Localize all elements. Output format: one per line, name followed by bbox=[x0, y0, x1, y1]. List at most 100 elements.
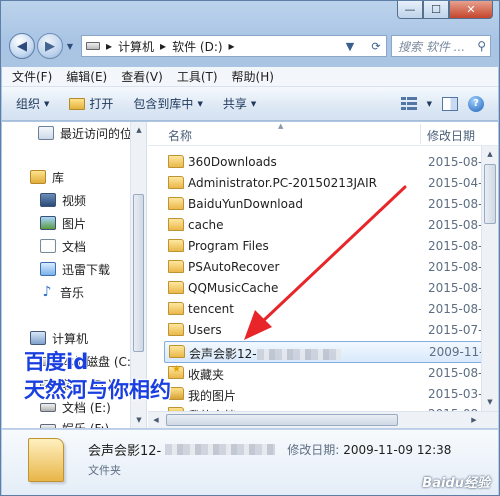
document-icon bbox=[40, 239, 56, 253]
content-area: 最近访问的位 库 视频 图片 文档 迅雷下载 ♪ 音乐 计算机 本地磁盘 (C:… bbox=[2, 122, 498, 428]
file-row-360downloads[interactable]: 360Downloads 2015-08- bbox=[164, 152, 494, 173]
folder-icon bbox=[168, 155, 184, 168]
nav-item-pictures[interactable]: 图片 bbox=[40, 212, 86, 234]
file-date: 2015-08- bbox=[428, 302, 483, 316]
minimize-button[interactable]: — bbox=[397, 1, 423, 19]
search-placeholder: 搜索 软件 ... bbox=[398, 39, 466, 54]
address-dropdown-icon[interactable]: ▼ bbox=[340, 36, 360, 56]
command-bar: 组织 ▼ 打开 包含到库中 ▼ 共享 ▼ ▼ ? bbox=[2, 87, 498, 121]
scroll-up-icon[interactable]: ▲ bbox=[482, 146, 498, 162]
file-date: 2015-04- bbox=[428, 176, 483, 190]
include-in-library-label: 包含到库中 bbox=[133, 97, 194, 111]
thunder-download-icon bbox=[40, 262, 56, 276]
file-list-vertical-scrollbar[interactable]: ▲ ▼ bbox=[481, 146, 498, 411]
file-row-baiduyundownload[interactable]: BaiduYunDownload 2015-08- bbox=[164, 194, 494, 215]
file-row-cache[interactable]: cache 2015-08- bbox=[164, 215, 494, 236]
nav-item-label: 娱乐 (F:) bbox=[62, 420, 109, 429]
file-row-my-pictures[interactable]: 我的图片 2015-03- bbox=[164, 384, 494, 405]
breadcrumb-separator-icon[interactable]: ▸ bbox=[229, 39, 235, 53]
nav-item-label: 库 bbox=[52, 170, 65, 185]
menu-help[interactable]: 帮助(H) bbox=[232, 68, 274, 85]
nav-item-drive-f[interactable]: 娱乐 (F:) bbox=[40, 417, 109, 428]
file-date: 2015-08- bbox=[428, 366, 483, 380]
menu-tools[interactable]: 工具(T) bbox=[177, 68, 218, 85]
horizontal-scroll-thumb[interactable] bbox=[166, 414, 398, 426]
file-name: 会声会影12- bbox=[189, 345, 341, 362]
search-input[interactable]: 搜索 软件 ... ⚲ bbox=[391, 35, 491, 57]
open-label: 打开 bbox=[89, 97, 114, 111]
scroll-down-icon[interactable]: ▼ bbox=[482, 394, 498, 410]
change-view-icon[interactable] bbox=[400, 96, 417, 111]
sort-caret-icon: ▲ bbox=[278, 122, 284, 130]
file-date: 2009-11- bbox=[429, 345, 484, 359]
file-row-selected-huisheng[interactable]: 会声会影12- 2009-11- bbox=[164, 341, 494, 363]
file-date: 2015-08- bbox=[428, 281, 483, 295]
drive-icon bbox=[40, 423, 56, 428]
breadcrumb-drive-d[interactable]: 软件 (D:) bbox=[172, 38, 222, 55]
column-name[interactable]: 名称 bbox=[168, 127, 192, 144]
scroll-down-icon[interactable]: ▼ bbox=[131, 412, 146, 428]
folder-icon bbox=[168, 302, 184, 315]
close-button[interactable]: ✕ bbox=[449, 1, 493, 19]
nav-item-label: 视频 bbox=[62, 193, 87, 208]
nav-item-recent[interactable]: 最近访问的位 bbox=[38, 122, 132, 144]
file-row-psautorecover[interactable]: PSAutoRecover 2015-08- bbox=[164, 257, 494, 278]
caption-buttons: — ☐ ✕ bbox=[397, 1, 493, 19]
preview-pane-icon[interactable] bbox=[442, 96, 458, 111]
nav-item-thunder[interactable]: 迅雷下载 bbox=[40, 258, 110, 280]
refresh-icon[interactable]: ⟳ bbox=[366, 36, 386, 56]
view-dropdown-icon[interactable]: ▼ bbox=[427, 100, 432, 108]
navigation-bar: ◀ ▶ ▼ ▸ 计算机 ▸ 软件 (D:) ▸ ▼ ⟳ 搜索 软件 ... ⚲ bbox=[9, 31, 491, 61]
scroll-up-icon[interactable]: ▲ bbox=[131, 122, 146, 138]
file-date: 2015-08- bbox=[428, 197, 483, 211]
menu-edit[interactable]: 编辑(E) bbox=[66, 68, 107, 85]
folder-icon bbox=[168, 218, 184, 231]
file-name: 收藏夹 bbox=[188, 368, 225, 382]
scroll-left-icon[interactable]: ◀ bbox=[148, 412, 164, 428]
maximize-button[interactable]: ☐ bbox=[423, 1, 449, 19]
search-icon[interactable]: ⚲ bbox=[477, 39, 486, 53]
address-bar[interactable]: ▸ 计算机 ▸ 软件 (D:) ▸ ▼ ⟳ bbox=[81, 35, 387, 57]
breadcrumb-separator-icon[interactable]: ▸ bbox=[160, 39, 166, 53]
organize-button[interactable]: 组织 ▼ bbox=[16, 95, 49, 112]
file-row-tencent[interactable]: tencent 2015-08- bbox=[164, 299, 494, 320]
breadcrumb-computer[interactable]: 计算机 bbox=[118, 38, 154, 55]
file-list-horizontal-scrollbar[interactable]: ◀ ▶ bbox=[148, 411, 498, 428]
include-in-library-button[interactable]: 包含到库中 ▼ bbox=[133, 95, 202, 112]
column-date-modified[interactable]: 修改日期 bbox=[427, 127, 475, 144]
navpane-scroll-thumb[interactable] bbox=[133, 194, 144, 352]
video-icon bbox=[40, 193, 56, 207]
nav-item-videos[interactable]: 视频 bbox=[40, 189, 86, 211]
file-date: 2015-08- bbox=[428, 218, 483, 232]
share-button[interactable]: 共享 ▼ bbox=[223, 95, 256, 112]
breadcrumb-separator-icon[interactable]: ▸ bbox=[106, 39, 112, 53]
file-row-qqmusiccache[interactable]: QQMusicCache 2015-08- bbox=[164, 278, 494, 299]
details-name: 会声会影12- 修改日期: 2009-11-09 12:38 bbox=[88, 442, 452, 460]
file-row-favorites[interactable]: 收藏夹 2015-08- bbox=[164, 363, 494, 384]
file-row-users[interactable]: Users 2015-07- bbox=[164, 320, 494, 341]
redacted-text bbox=[165, 444, 276, 455]
folder-open-icon bbox=[69, 97, 86, 110]
nav-item-music[interactable]: ♪ 音乐 bbox=[40, 281, 84, 303]
chevron-down-icon: ▼ bbox=[250, 99, 257, 108]
recent-pages-dropdown[interactable]: ▼ bbox=[63, 42, 77, 51]
help-icon[interactable]: ? bbox=[468, 95, 484, 112]
file-name: Administrator.PC-20150213JAIR bbox=[188, 176, 377, 190]
menu-file[interactable]: 文件(F) bbox=[12, 68, 52, 85]
large-folder-icon bbox=[28, 438, 64, 482]
file-row-program-files[interactable]: Program Files 2015-08- bbox=[164, 236, 494, 257]
open-button[interactable]: 打开 bbox=[69, 95, 113, 112]
vertical-scroll-thumb[interactable] bbox=[484, 164, 496, 224]
scroll-right-icon[interactable]: ▶ bbox=[466, 412, 482, 428]
details-date-value: 2009-11-09 12:38 bbox=[343, 442, 452, 457]
nav-item-library[interactable]: 库 bbox=[30, 166, 64, 188]
chevron-down-icon: ▼ bbox=[197, 99, 203, 108]
baidu-watermark: Baidu经验 bbox=[422, 476, 490, 491]
forward-button[interactable]: ▶ bbox=[37, 33, 63, 59]
library-icon bbox=[30, 170, 46, 184]
nav-item-documents[interactable]: 文档 bbox=[40, 235, 86, 257]
file-row-administrator[interactable]: Administrator.PC-20150213JAIR 2015-04- bbox=[164, 173, 494, 194]
file-name: 360Downloads bbox=[188, 155, 277, 169]
back-button[interactable]: ◀ bbox=[9, 33, 35, 59]
menu-view[interactable]: 查看(V) bbox=[121, 68, 163, 85]
